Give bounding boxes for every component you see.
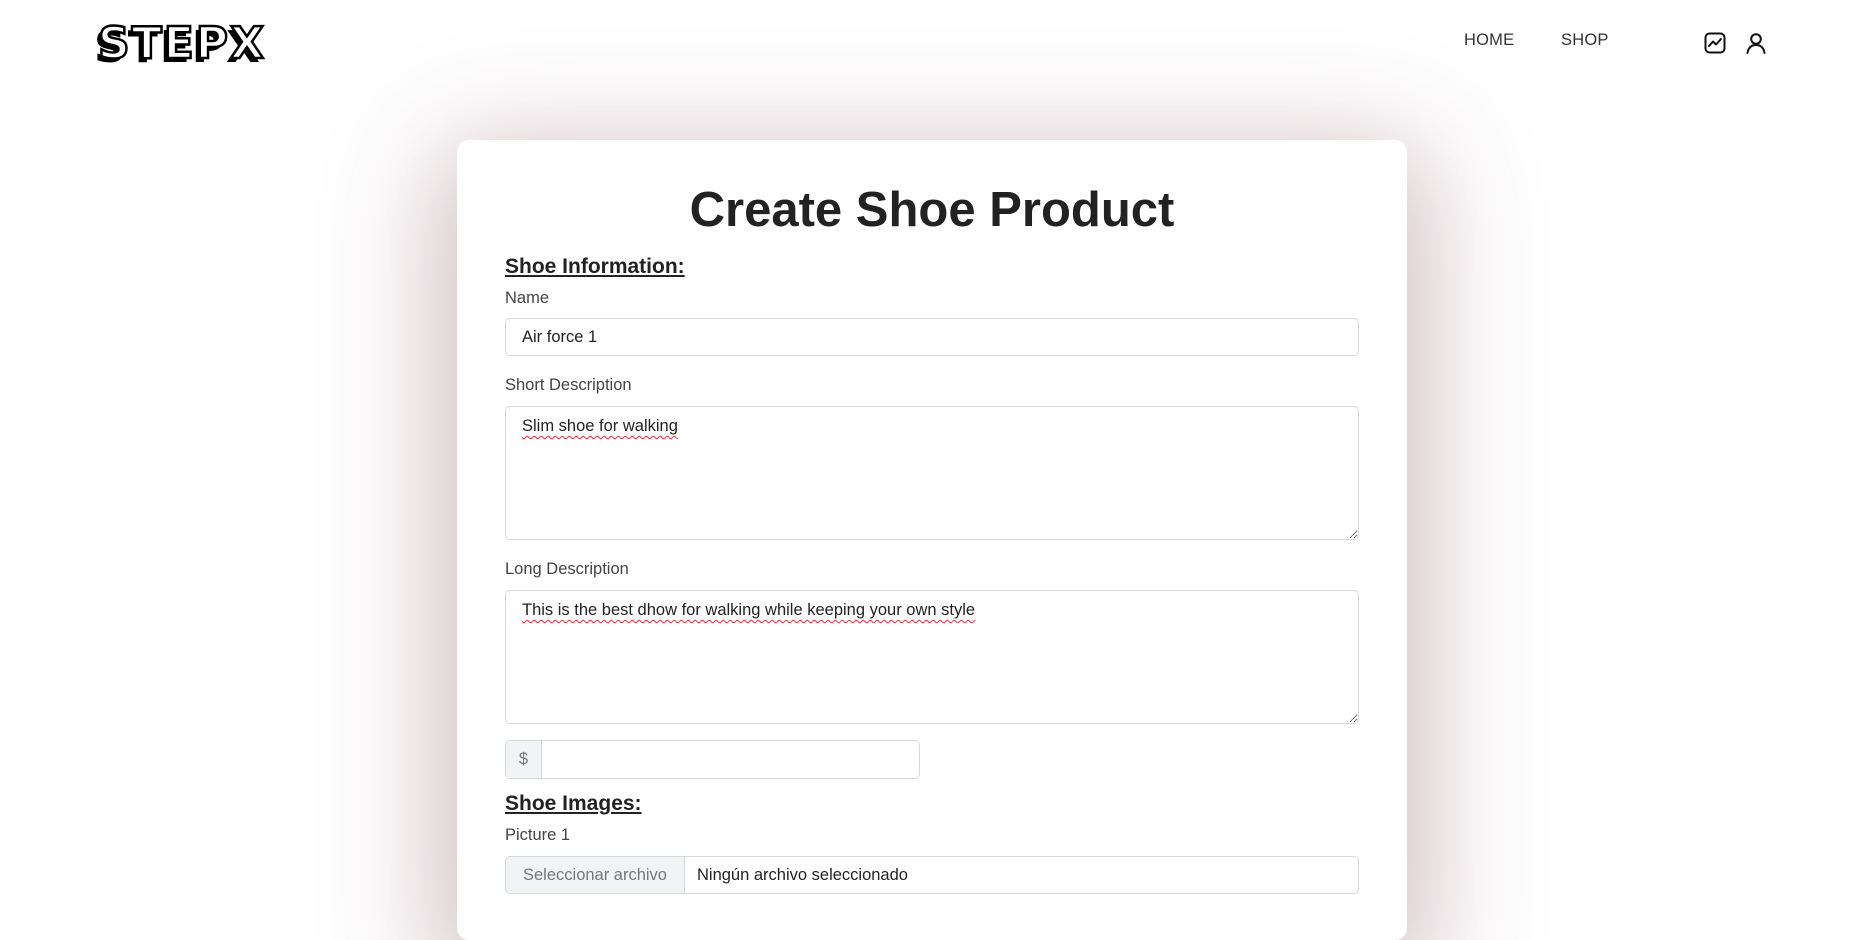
short-description-textarea[interactable]: Slim shoe for walking [505,406,1359,540]
chart-icon[interactable] [1702,30,1728,56]
file-status-text: Ningún archivo seleccionado [697,865,908,884]
picture-1-file-input[interactable]: Seleccionar archivo Ningún archivo selec… [505,856,1359,894]
navbar: STEPX HOME SHOP [0,0,1865,84]
long-description-label: Long Description [505,560,629,578]
price-input-group: $ [505,740,920,779]
page-title: Create Shoe Product [689,183,1175,237]
nav-home-link[interactable]: HOME [1464,31,1514,50]
name-input[interactable] [505,318,1359,356]
picture-1-label: Picture 1 [505,826,571,844]
user-icon[interactable] [1743,30,1769,56]
nav-shop-link[interactable]: SHOP [1561,31,1609,50]
section-title-shoe-images: Shoe Images: [505,792,642,815]
short-description-label: Short Description [505,376,632,394]
long-description-textarea[interactable]: This is the best dhow for walking while … [505,590,1359,724]
create-product-card: Create Shoe Product Shoe Information: Na… [457,140,1407,940]
choose-file-button[interactable]: Seleccionar archivo [506,857,685,893]
currency-prefix: $ [506,741,542,778]
price-input[interactable] [542,741,919,778]
name-label: Name [505,289,550,307]
section-title-shoe-information: Shoe Information: [505,255,685,278]
logo[interactable]: STEPX [97,18,266,69]
